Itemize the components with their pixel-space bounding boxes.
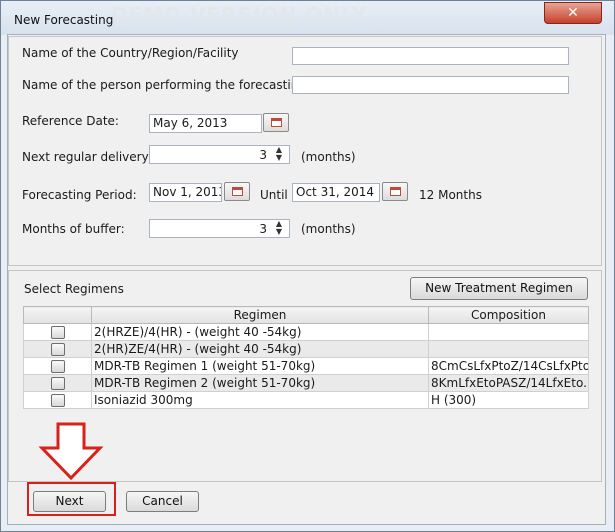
buffer-value: 3 xyxy=(259,222,267,236)
buffer-spinner[interactable]: 3 ▲ ▼ xyxy=(149,219,290,238)
regimens-table: Regimen Composition 2(HRZE)/4(HR) - (wei… xyxy=(23,306,589,409)
forecast-to-field[interactable]: Oct 31, 2014 xyxy=(292,183,380,202)
forecast-duration: 12 Months xyxy=(419,188,482,202)
regimen-checkbox[interactable] xyxy=(50,325,65,339)
regimen-cell: 2(HRZE)/4(HR) - (weight 40 -54kg) xyxy=(91,323,429,341)
regimen-checkbox[interactable] xyxy=(50,359,65,373)
reference-date-calendar-button[interactable] xyxy=(263,113,289,132)
calendar-icon xyxy=(232,187,243,196)
annotation-arrow-icon xyxy=(38,422,104,481)
forecast-to-calendar-button[interactable] xyxy=(382,182,408,201)
column-header-select[interactable] xyxy=(23,306,92,324)
composition-cell xyxy=(428,340,589,358)
composition-cell: 8CmCsLfxPtoZ/14CsLfxPtoZ xyxy=(428,357,589,375)
title-bar[interactable]: DEMO VERSION ONLY New Forecasting ✕ xyxy=(1,1,614,35)
calendar-icon xyxy=(390,187,401,196)
spinner-arrows-icon[interactable]: ▲ ▼ xyxy=(272,220,286,237)
reference-date-label: Reference Date: xyxy=(22,114,119,128)
next-delivery-value: 3 xyxy=(259,148,267,162)
close-button[interactable]: ✕ xyxy=(544,2,602,24)
regimen-checkbox[interactable] xyxy=(50,376,65,390)
regimen-cell: MDR-TB Regimen 1 (weight 51-70kg) xyxy=(91,357,429,375)
column-header-composition[interactable]: Composition xyxy=(428,306,589,324)
spinner-arrows-icon[interactable]: ▲ ▼ xyxy=(272,146,286,163)
watermark: DEMO VERSION ONLY xyxy=(111,3,368,27)
person-input[interactable] xyxy=(292,76,569,94)
until-label: Until xyxy=(260,188,288,202)
next-delivery-label: Next regular delivery: xyxy=(22,150,152,164)
reference-date-field[interactable]: May 6, 2013 xyxy=(149,114,262,133)
table-header-row: Regimen Composition xyxy=(23,306,589,324)
composition-cell: 8KmLfxEtoPASZ/14LfxEto... xyxy=(428,374,589,392)
regimen-checkbox[interactable] xyxy=(50,342,65,356)
regimen-cell: 2(HR)ZE/4(HR) - (weight 40 -54kg) xyxy=(91,340,429,358)
cancel-button[interactable]: Cancel xyxy=(126,491,199,512)
regimen-cell: MDR-TB Regimen 2 (weight 51-70kg) xyxy=(91,374,429,392)
window-title: New Forecasting xyxy=(14,13,114,27)
table-row[interactable]: MDR-TB Regimen 2 (weight 51-70kg) 8KmLfx… xyxy=(23,374,589,392)
table-row[interactable]: 2(HR)ZE/4(HR) - (weight 40 -54kg) xyxy=(23,340,589,358)
forecast-from-field[interactable]: Nov 1, 2013 xyxy=(149,183,222,202)
composition-cell: H (300) xyxy=(428,391,589,409)
regimen-checkbox[interactable] xyxy=(50,393,65,407)
new-treatment-regimen-button[interactable]: New Treatment Regimen xyxy=(410,277,588,300)
regimen-cell: Isoniazid 300mg xyxy=(91,391,429,409)
buffer-unit: (months) xyxy=(301,222,356,236)
table-row[interactable]: 2(HRZE)/4(HR) - (weight 40 -54kg) xyxy=(23,323,589,341)
column-header-regimen[interactable]: Regimen xyxy=(91,306,429,324)
forecast-from-calendar-button[interactable] xyxy=(224,182,250,201)
next-delivery-spinner[interactable]: 3 ▲ ▼ xyxy=(149,145,290,164)
next-button[interactable]: Next xyxy=(33,491,106,512)
select-regimens-label: Select Regimens xyxy=(24,282,124,296)
person-label: Name of the person performing the foreca… xyxy=(22,78,306,92)
country-label: Name of the Country/Region/Facility xyxy=(22,46,239,60)
buffer-label: Months of buffer: xyxy=(22,222,125,236)
calendar-icon xyxy=(271,118,282,127)
table-row[interactable]: MDR-TB Regimen 1 (weight 51-70kg) 8CmCsL… xyxy=(23,357,589,375)
forecast-period-label: Forecasting Period: xyxy=(22,188,137,202)
next-delivery-unit: (months) xyxy=(301,150,356,164)
table-row[interactable]: Isoniazid 300mg H (300) xyxy=(23,391,589,409)
country-input[interactable] xyxy=(292,47,569,65)
composition-cell xyxy=(428,323,589,341)
